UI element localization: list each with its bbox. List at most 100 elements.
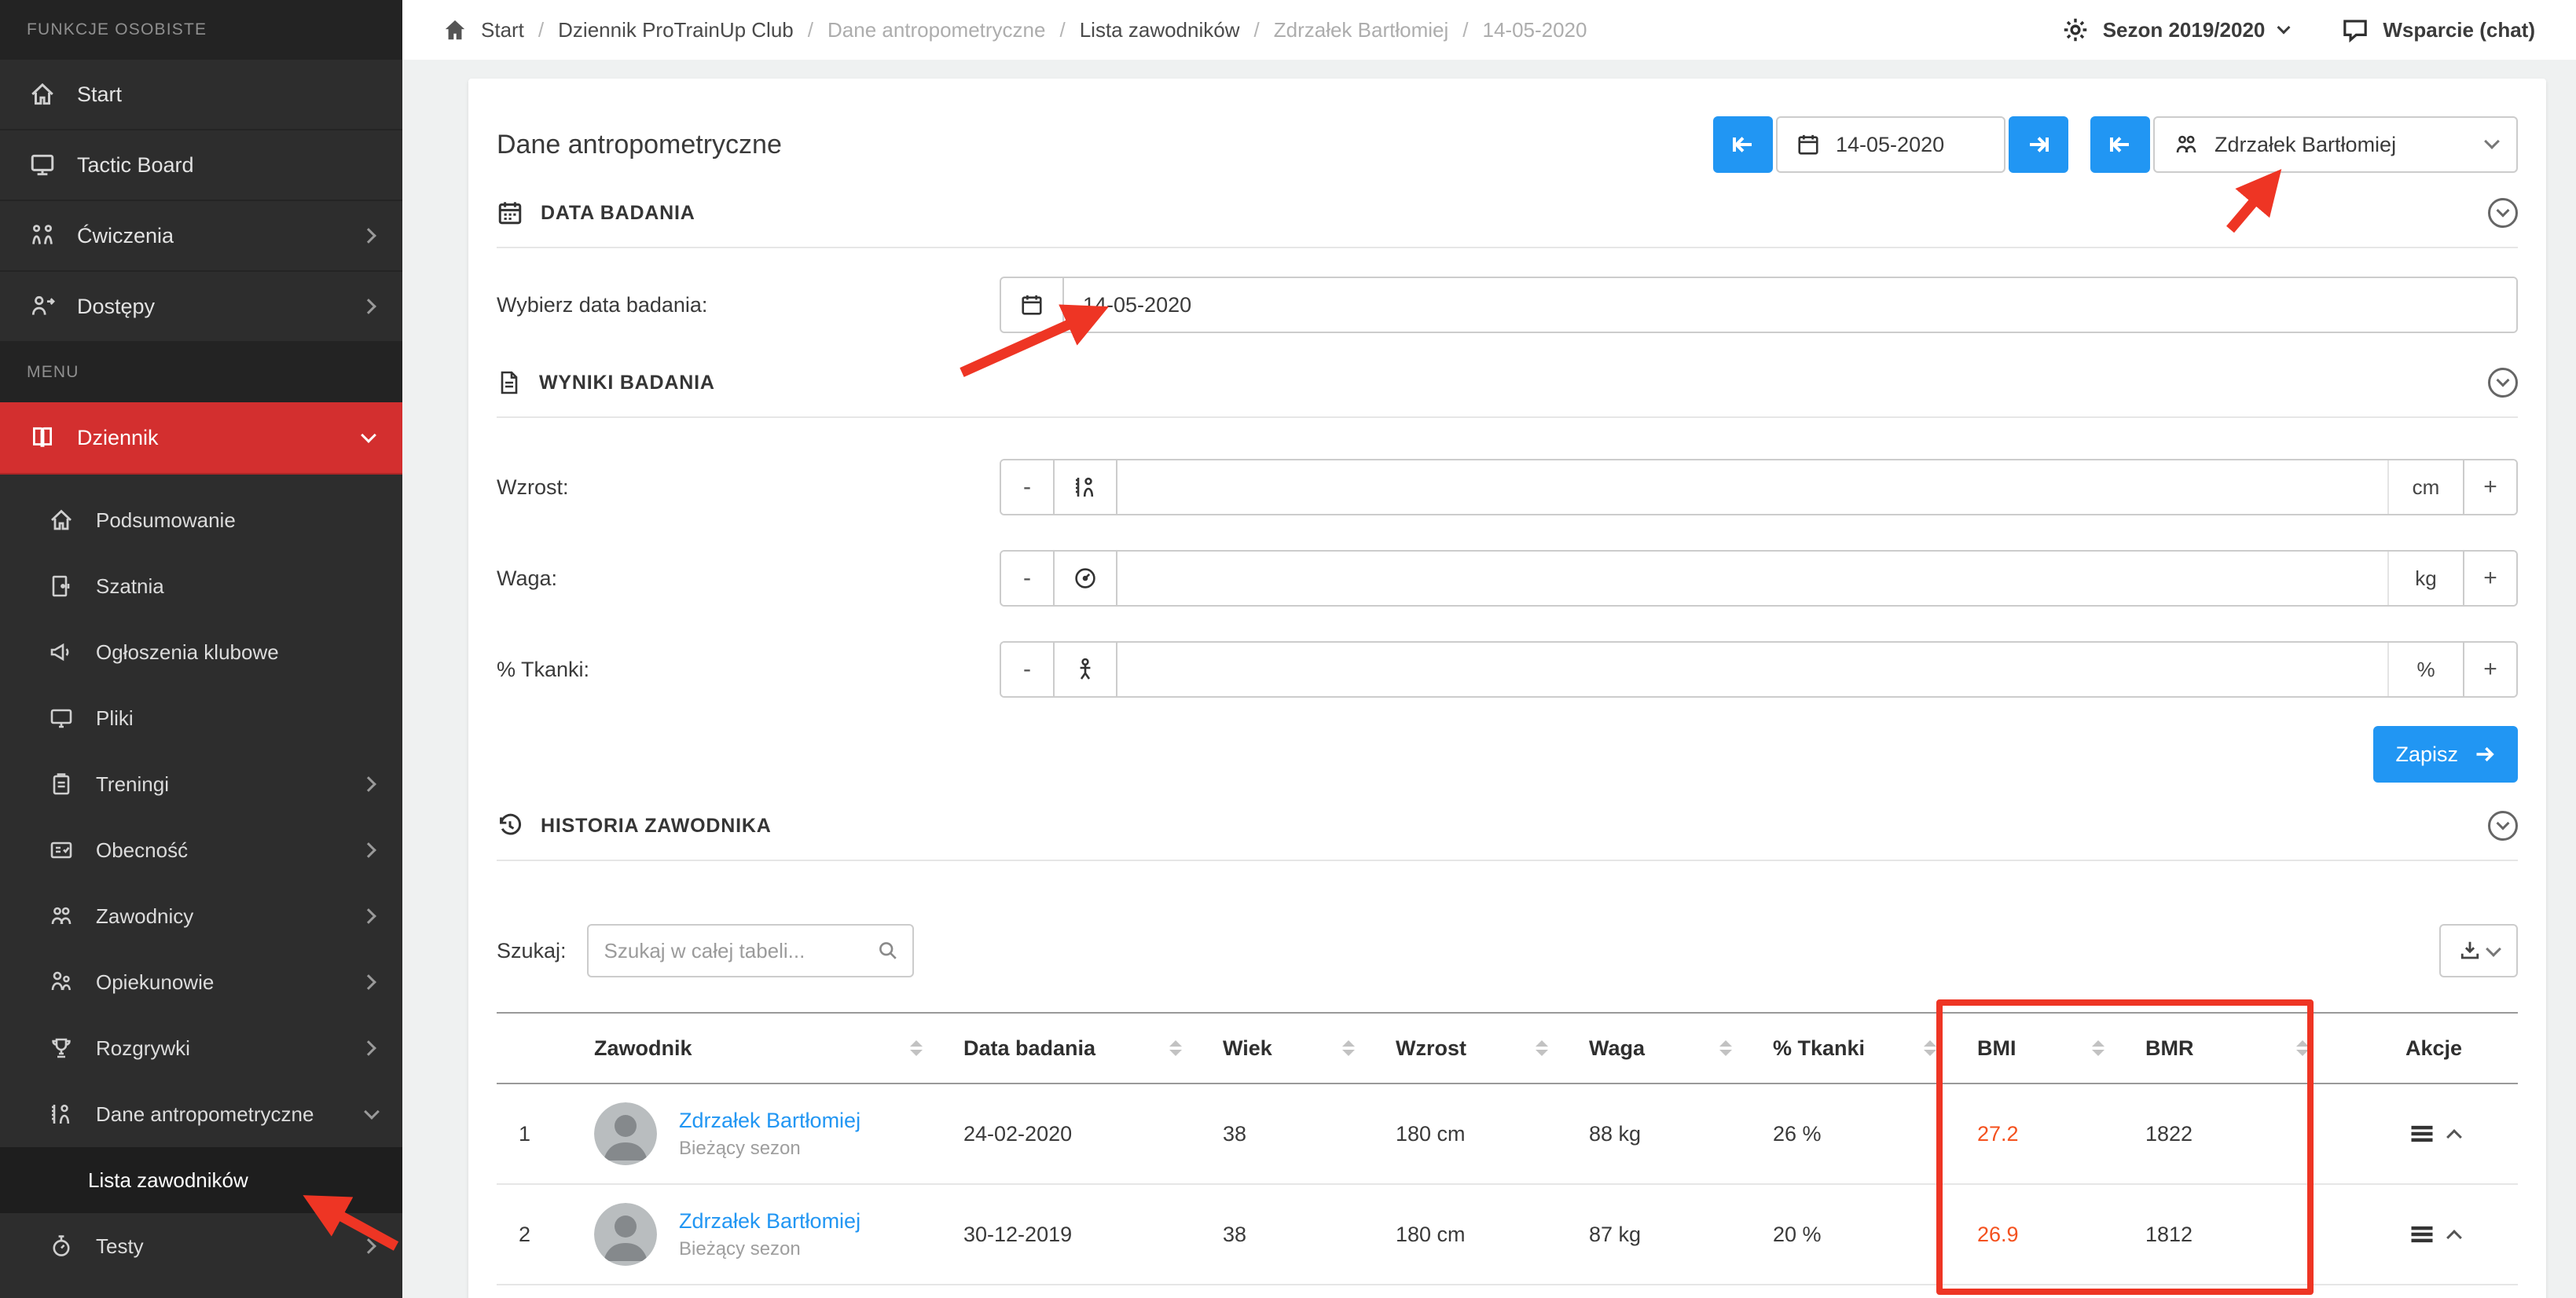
search-input[interactable] [604,939,868,963]
gear-icon[interactable] [2062,16,2089,43]
save-button[interactable]: Zapisz [2373,726,2518,783]
exercises-icon [28,222,57,250]
collapse-section-icon[interactable] [2488,198,2518,228]
sidebar-item-treningi[interactable]: Treningi [0,751,402,817]
topbar: Start / Dziennik ProTrainUp Club / Dane … [402,0,2576,60]
chevron-right-icon [361,1040,376,1056]
fat-cell: 20 % [1751,1223,1955,1247]
bmr-cell: 1812 [2123,1223,2328,1247]
sidebar-item-rozgrywki[interactable]: Rozgrywki [0,1015,402,1081]
col-wiek[interactable]: Wiek [1201,1036,1374,1061]
player-select[interactable]: Zdrzałek Bartłomiej [2153,116,2518,173]
exam-date-input[interactable] [1064,278,2516,332]
height-cell: 180 cm [1374,1223,1567,1247]
chevron-right-icon [361,299,376,314]
sidebar-item-label: Opiekunowie [96,970,343,995]
attendance-icon [47,836,75,864]
sidebar: FUNKCJE OSOBISTE Start Tactic Board Ćwic… [0,0,402,1298]
breadcrumb-separator: / [808,18,813,42]
sort-icon[interactable] [1924,1040,1936,1056]
chevron-right-icon [361,974,376,990]
season-label: Bieżący sezon [679,1138,861,1160]
sort-icon[interactable] [1719,1040,1732,1056]
chevron-down-icon [361,427,376,443]
weight-decrement-button[interactable]: - [1001,552,1055,605]
player-link[interactable]: Zdrzałek Bartłomiej [679,1209,861,1234]
col-wzrost[interactable]: Wzrost [1374,1036,1567,1061]
actions-menu-icon[interactable] [2408,1220,2436,1248]
collapse-section-icon[interactable] [2488,811,2518,841]
sort-icon[interactable] [910,1040,923,1056]
sidebar-item-pliki[interactable]: Pliki [0,685,402,751]
sidebar-item-dostepy[interactable]: Dostępy [0,272,402,343]
season-select[interactable]: Sezon 2019/2020 [2103,18,2266,42]
avatar [594,1203,657,1266]
sidebar-item-zawodnicy[interactable]: Zawodnicy [0,883,402,949]
bodyfat-input[interactable] [1117,643,2387,696]
breadcrumb-item[interactable]: Dziennik ProTrainUp Club [558,18,794,42]
weight-unit: kg [2387,552,2463,605]
sidebar-item-testy[interactable]: Testy [0,1213,402,1279]
sort-icon[interactable] [2296,1040,2309,1056]
date-value: 14-05-2020 [1836,133,1944,157]
col-waga[interactable]: Waga [1567,1036,1751,1061]
next-date-button[interactable] [2009,116,2068,173]
prev-player-button[interactable] [2090,116,2150,173]
sidebar-item-obecnosc[interactable]: Obecność [0,817,402,883]
col-bmr[interactable]: BMR [2123,1036,2328,1061]
sidebar-item-cwiczenia[interactable]: Ćwiczenia [0,201,402,272]
chevron-up-icon[interactable] [2446,1230,2462,1245]
export-button[interactable] [2439,924,2518,977]
sidebar-item-szatnia[interactable]: Szatnia [0,553,402,619]
collapse-section-icon[interactable] [2488,368,2518,398]
weight-input[interactable] [1117,552,2387,605]
bodyfat-decrement-button[interactable]: - [1001,643,1055,696]
breadcrumb-item[interactable]: Zdrzałek Bartłomiej [1274,18,1449,42]
download-icon [2458,939,2482,962]
prev-date-button[interactable] [1713,116,1773,173]
sidebar-item-label: Ćwiczenia [77,224,343,248]
chat-icon[interactable] [2342,16,2369,43]
col-bmi[interactable]: BMI [1955,1036,2123,1061]
sidebar-item-podsumowanie[interactable]: Podsumowanie [0,487,402,553]
weight-increment-button[interactable]: + [2463,552,2516,605]
chevron-down-icon [364,1104,380,1120]
breadcrumb-item[interactable]: Lista zawodników [1080,18,1240,42]
chevron-up-icon[interactable] [2446,1129,2462,1145]
sidebar-item-start[interactable]: Start [0,60,402,130]
calendar-icon[interactable] [1001,278,1064,332]
date-display[interactable]: 14-05-2020 [1776,116,2005,173]
sort-icon[interactable] [1169,1040,1182,1056]
sidebar-item-label: Rozgrywki [96,1036,343,1061]
sidebar-item-dane-antropometryczne[interactable]: Dane antropometryczne [0,1081,402,1147]
chevron-right-icon [361,842,376,858]
height-decrement-button[interactable]: - [1001,460,1055,514]
col-data-badania[interactable]: Data badania [941,1036,1201,1061]
actions-menu-icon[interactable] [2408,1120,2436,1148]
sidebar-item-ogloszenia[interactable]: Ogłoszenia klubowe [0,619,402,685]
sort-icon[interactable] [1536,1040,1548,1056]
home-icon[interactable] [443,18,467,42]
support-chat-link[interactable]: Wsparcie (chat) [2383,18,2535,42]
bodyfat-increment-button[interactable]: + [2463,643,2516,696]
sidebar-item-lista-zawodnikow[interactable]: Lista zawodników [0,1147,402,1213]
col-zawodnik[interactable]: Zawodnik [572,1036,941,1061]
trophy-icon [47,1034,75,1062]
height-input[interactable] [1117,460,2387,514]
height-unit: cm [2387,460,2463,514]
chevron-right-icon [361,1238,376,1254]
breadcrumb: Start / Dziennik ProTrainUp Club / Dane … [443,18,2062,42]
col-akcje: Akcje [2328,1036,2518,1061]
breadcrumb-item[interactable]: Start [481,18,524,42]
sidebar-item-label: Dostępy [77,295,343,319]
height-increment-button[interactable]: + [2463,460,2516,514]
sort-icon[interactable] [2092,1040,2104,1056]
player-link[interactable]: Zdrzałek Bartłomiej [679,1109,861,1133]
breadcrumb-item[interactable]: Dane antropometryczne [827,18,1045,42]
sidebar-item-opiekunowie[interactable]: Opiekunowie [0,949,402,1015]
document-icon [497,369,522,396]
sidebar-item-dziennik[interactable]: Dziennik [0,402,402,475]
col-tkanki[interactable]: % Tkanki [1751,1036,1955,1061]
sort-icon[interactable] [1342,1040,1355,1056]
sidebar-item-tactic-board[interactable]: Tactic Board [0,130,402,201]
